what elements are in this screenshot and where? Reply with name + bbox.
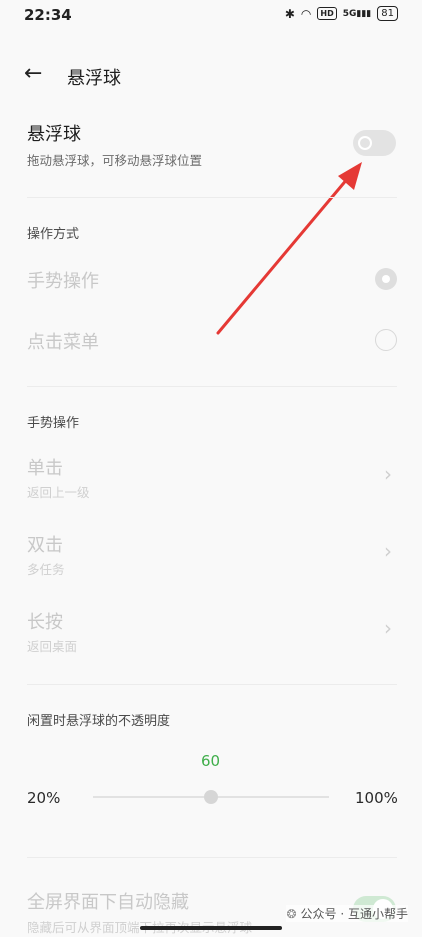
hd-icon: HD xyxy=(317,7,337,20)
gesture-label: 双击 xyxy=(27,535,63,556)
annotation-arrow-icon xyxy=(216,162,362,335)
page-header: ← 悬浮球 xyxy=(0,55,422,95)
option-click-menu[interactable]: 点击菜单 xyxy=(0,323,422,359)
option-gesture[interactable]: 手势操作 xyxy=(0,262,422,298)
bluetooth-icon: ✱ xyxy=(284,6,295,21)
wifi-icon: ◠ xyxy=(300,6,312,21)
auto-hide-title: 全屏界面下自动隐藏 xyxy=(27,892,189,913)
floating-ball-title: 悬浮球 xyxy=(27,124,81,145)
opacity-slider-thumb[interactable] xyxy=(204,790,218,804)
option-label: 手势操作 xyxy=(27,271,99,292)
gesture-label: 长按 xyxy=(27,612,63,633)
option-label: 点击菜单 xyxy=(27,332,99,353)
watermark-text: 公众号 · 互通小帮手 xyxy=(300,907,408,921)
divider xyxy=(27,386,397,387)
page-title: 悬浮球 xyxy=(67,68,121,89)
gesture-item-double-tap[interactable]: 双击 多任务 › xyxy=(0,529,422,579)
floating-ball-subtitle: 拖动悬浮球，可移动悬浮球位置 xyxy=(27,153,203,168)
opacity-section-title: 闲置时悬浮球的不透明度 xyxy=(27,714,171,729)
back-arrow-icon[interactable]: ← xyxy=(24,63,42,85)
opacity-min-label: 20% xyxy=(27,789,61,807)
gestures-section-title: 手势操作 xyxy=(27,416,80,431)
radio-unselected[interactable] xyxy=(375,329,397,351)
gesture-label: 单击 xyxy=(27,458,63,479)
chevron-right-icon: › xyxy=(384,616,392,640)
opacity-value: 60 xyxy=(201,752,221,770)
wechat-icon: ❂ xyxy=(286,906,297,921)
status-time: 22:34 xyxy=(24,6,72,24)
chevron-right-icon: › xyxy=(384,539,392,563)
battery-icon: 81 xyxy=(377,6,398,21)
chevron-right-icon: › xyxy=(384,462,392,486)
operation-mode-section-title: 操作方式 xyxy=(27,227,80,242)
status-bar: 22:34 ✱ ◠ HD 5G▮▮▮ 81 xyxy=(0,0,422,30)
status-icons: ✱ ◠ HD 5G▮▮▮ 81 xyxy=(285,6,398,21)
gesture-item-long-press[interactable]: 长按 返回桌面 › xyxy=(0,606,422,656)
divider xyxy=(27,684,397,685)
divider xyxy=(27,197,397,198)
watermark: ❂ 公众号 · 互通小帮手 xyxy=(286,905,408,922)
radio-selected[interactable] xyxy=(375,268,397,290)
gesture-value: 多任务 xyxy=(27,562,65,577)
opacity-max-label: 100% xyxy=(355,789,398,807)
home-indicator[interactable] xyxy=(140,926,282,930)
divider xyxy=(27,857,397,858)
signal-icon: 5G▮▮▮ xyxy=(342,8,372,19)
toggle-knob xyxy=(358,136,372,150)
gesture-item-single-tap[interactable]: 单击 返回上一级 › xyxy=(0,452,422,502)
gesture-value: 返回桌面 xyxy=(27,639,78,654)
gesture-value: 返回上一级 xyxy=(27,485,90,500)
